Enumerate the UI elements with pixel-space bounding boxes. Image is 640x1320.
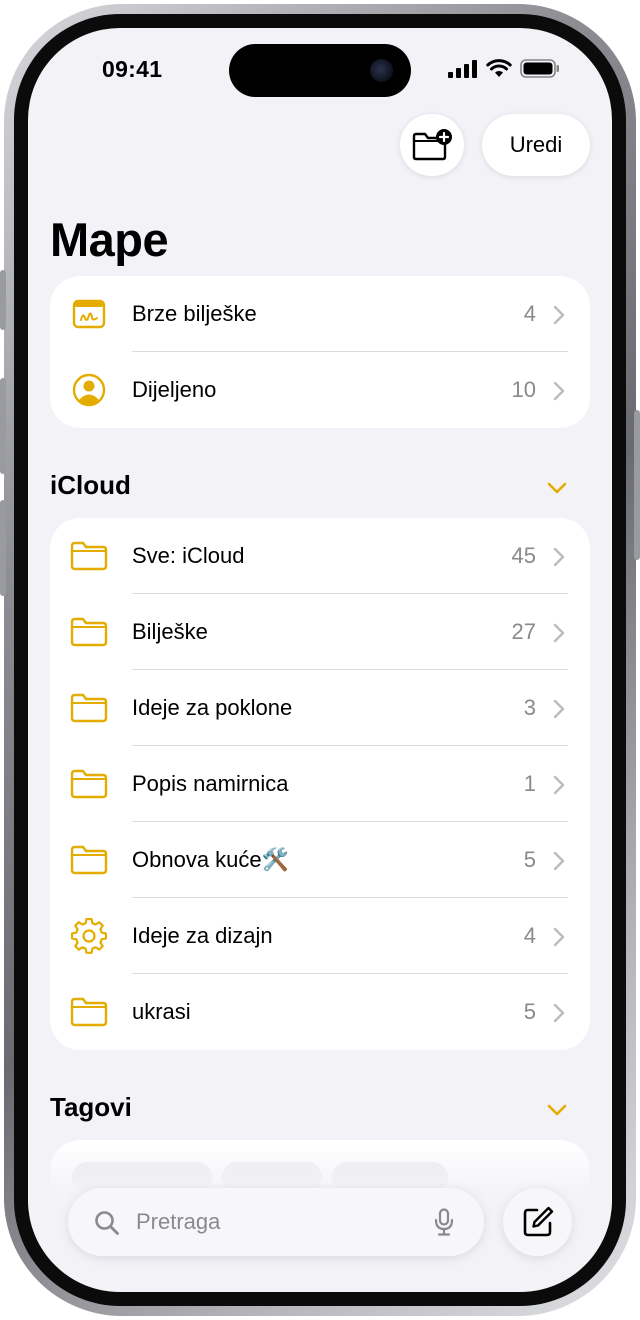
chevron-right-icon xyxy=(553,305,565,325)
section-header-tags: Tagovi xyxy=(50,1092,132,1122)
folder-row[interactable]: Bilješke 27 xyxy=(50,594,590,670)
folder-row-quick-notes[interactable]: Brze bilješke 4 xyxy=(50,276,590,352)
screen: 09:41 Uredi Mape Brze bilješke 4 Dijelje… xyxy=(28,28,612,1292)
battery-icon xyxy=(520,59,559,78)
section-header-icloud: iCloud xyxy=(50,470,131,500)
chevron-right-icon xyxy=(553,381,565,401)
search-icon xyxy=(95,1211,119,1235)
folder-label: Ideje za poklone xyxy=(132,695,293,720)
folder-label: Obnova kuće🛠️ xyxy=(132,847,290,872)
chevron-right-icon xyxy=(553,1003,565,1023)
folder-icon xyxy=(70,613,108,651)
compose-button[interactable] xyxy=(503,1188,572,1256)
folder-label: Popis namirnica xyxy=(132,771,289,796)
search-input[interactable]: Pretraga xyxy=(68,1188,484,1256)
folder-row[interactable]: Sve: iCloud 45 xyxy=(50,518,590,594)
folder-count: 10 xyxy=(511,377,536,402)
microphone-icon[interactable] xyxy=(434,1208,454,1236)
action-button xyxy=(0,270,6,330)
cellular-signal-icon xyxy=(448,59,477,78)
volume-up-button xyxy=(0,378,6,474)
folder-count: 4 xyxy=(523,301,536,326)
chevron-right-icon xyxy=(553,623,565,643)
folder-icon xyxy=(70,689,108,727)
folder-icon xyxy=(70,765,108,803)
folder-row[interactable]: Ideje za poklone 3 xyxy=(50,670,590,746)
folder-row[interactable]: Obnova kuće🛠️ 5 xyxy=(50,822,590,898)
power-button xyxy=(634,410,640,560)
page-title: Mape xyxy=(50,213,169,266)
folder-count: 1 xyxy=(523,771,536,796)
pinned-folders-card: Brze bilješke 4 Dijeljeno 10 xyxy=(50,276,590,428)
chevron-down-icon[interactable] xyxy=(546,1103,568,1117)
folder-icon xyxy=(70,841,108,879)
status-icons xyxy=(448,59,560,78)
folder-row[interactable]: Popis namirnica 1 xyxy=(50,746,590,822)
status-time: 09:41 xyxy=(102,56,163,82)
new-folder-button[interactable] xyxy=(400,114,464,176)
folder-row[interactable]: Ideje za dizajn 4 xyxy=(50,898,590,974)
folder-count: 5 xyxy=(523,999,536,1024)
chevron-right-icon xyxy=(553,547,565,567)
folder-row[interactable]: ukrasi 5 xyxy=(50,974,590,1050)
icloud-folders-card: Sve: iCloud 45 Bilješke 27 Ideje za pokl… xyxy=(50,518,590,1050)
folder-label: Sve: iCloud xyxy=(132,543,245,568)
folder-icon xyxy=(70,537,108,575)
gear-icon xyxy=(70,917,108,955)
edit-button[interactable]: Uredi xyxy=(482,114,590,176)
camera-icon xyxy=(370,59,393,82)
new-folder-icon xyxy=(412,129,452,161)
folder-label: Brze bilješke xyxy=(132,301,257,326)
folder-count: 27 xyxy=(511,619,536,644)
quick-note-icon xyxy=(70,295,108,333)
folder-count: 45 xyxy=(511,543,536,568)
chevron-right-icon xyxy=(553,851,565,871)
chevron-right-icon xyxy=(553,927,565,947)
folder-label: Ideje za dizajn xyxy=(132,923,273,948)
folder-label: ukrasi xyxy=(132,999,191,1024)
chevron-right-icon xyxy=(553,699,565,719)
folder-label: Bilješke xyxy=(132,619,208,644)
volume-down-button xyxy=(0,500,6,596)
folder-count: 5 xyxy=(523,847,536,872)
search-placeholder: Pretraga xyxy=(136,1209,221,1234)
folder-row-shared[interactable]: Dijeljeno 10 xyxy=(50,352,590,428)
folder-count: 4 xyxy=(523,923,536,948)
shared-person-icon xyxy=(70,371,108,409)
compose-icon xyxy=(523,1206,553,1237)
folder-count: 3 xyxy=(523,695,536,720)
wifi-icon xyxy=(486,59,512,77)
folder-icon xyxy=(70,993,108,1031)
dynamic-island xyxy=(229,44,411,97)
folder-label: Dijeljeno xyxy=(132,377,217,402)
chevron-down-icon[interactable] xyxy=(546,481,568,495)
chevron-right-icon xyxy=(553,775,565,795)
